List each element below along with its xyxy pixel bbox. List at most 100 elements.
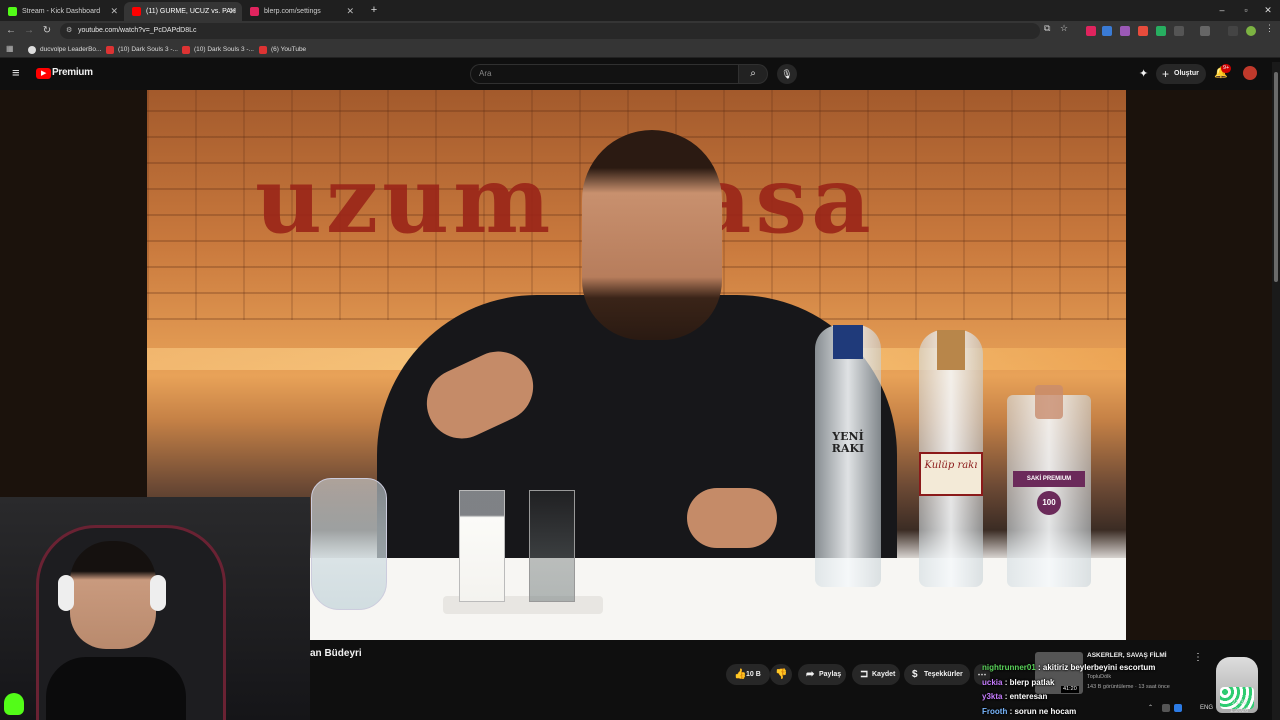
video-title: an Büdeyri [310,648,362,659]
clock-date[interactable]: 1.2026 [1230,708,1248,714]
microphone-icon: 🎙 [781,69,793,79]
bottle-cap [833,325,863,359]
browser-tab-bar: Stream - Kick Dashboard ✕ (11) GURME, UC… [0,0,1280,21]
thanks-button[interactable]: $ Teşekkürler [904,664,970,685]
voice-search-button[interactable]: 🎙 [777,64,797,84]
back-icon[interactable]: ← [4,21,18,41]
chat-message: y3kta : enteresan [982,692,1048,701]
tab-youtube-video[interactable]: (11) GURME, UCUZ vs. PAH ✕ [124,2,242,21]
chat-message: Frooth : sorun ne hocam [982,707,1077,716]
close-tab-icon[interactable]: ✕ [346,2,354,21]
share-button[interactable]: ➦ Paylaş [798,664,846,685]
dislike-button[interactable]: 👎 [770,664,792,685]
chat-text: sorun ne hocam [1014,707,1077,716]
address-bar-input[interactable]: ⚙ youtube.com/watch?v=_PcDAPdD8Lc [60,23,1040,39]
streamer-shirt [46,657,186,720]
apps-grid-icon[interactable]: ▦ [6,44,14,53]
search-button[interactable]: ⌕ [738,64,768,84]
bookmark-label: ducvolpe LeaderBo... [40,46,102,53]
save-button[interactable]: ⊐ Kaydet [852,664,900,685]
tray-app-icon[interactable] [1174,704,1182,712]
keyboard-language[interactable]: ENG [1200,705,1213,711]
bookmark-item[interactable]: (10) Dark Souls 3 -... [106,41,178,58]
share-arrow-icon: ➦ [806,669,815,680]
browser-toolbar: ← → ↻ ⚙ youtube.com/watch?v=_PcDAPdD8Lc … [0,21,1280,41]
thanks-icon: $ [912,669,918,680]
bookmarks-bar: ▦ ducvolpe LeaderBo... (10) Dark Souls 3… [0,41,1280,58]
extension-icon[interactable] [1156,26,1166,36]
recommended-title: ASKERLER, SAVAŞ FİLMİ [1087,652,1167,659]
bottle-label-kulup: Kulüp rakı [924,460,978,471]
browser-menu-icon[interactable]: ⋮ [1265,23,1274,34]
raki-glass-clear [529,490,575,602]
youtube-favicon-icon [132,7,141,16]
extension-icon[interactable] [1086,26,1096,36]
restaurant-sign: uzum masa [255,146,875,254]
close-tab-icon[interactable]: ✕ [228,2,236,21]
chat-message: uckia : blerp patlak [982,678,1055,687]
extensions-puzzle-icon[interactable] [1174,26,1184,36]
scrollbar-thumb[interactable] [1274,72,1278,282]
search-input[interactable]: Ara [470,64,738,84]
tab-title: (11) GURME, UCUZ vs. PAH [146,8,236,15]
close-window-icon[interactable]: ✕ [1256,0,1280,20]
yeni-raki-bottle: YENİ RAKI [815,325,881,587]
extension-icon[interactable] [1102,26,1112,36]
account-avatar[interactable] [1243,66,1257,80]
tab-blerp-settings[interactable]: blerp.com/settings ✕ [242,2,360,21]
youtube-favicon-icon [182,46,190,54]
profile-avatar[interactable] [1246,26,1256,36]
bookmark-item[interactable]: ducvolpe LeaderBo... [28,41,101,58]
thanks-label: Teşekkürler [924,671,963,678]
premium-logo-text: Premium [52,67,93,78]
forward-icon[interactable]: → [22,21,36,41]
side-panel-icon[interactable] [1200,26,1210,36]
streamer-face [70,541,156,649]
reload-icon[interactable]: ↻ [40,21,54,41]
bottle-badge-100: 100 [1037,491,1061,515]
recommended-more-icon[interactable]: ⋮ [1193,652,1203,663]
youtube-header: ≡ ▶ Premium Ara ⌕ 🎙 ✦ + Oluştur 🔔 9+ [0,58,1280,90]
bottle-stopper [1035,385,1063,419]
profile-switch-icon[interactable] [1228,26,1238,36]
like-button[interactable]: 👍 10 B [726,664,770,685]
kulup-label-panel [919,452,983,496]
tray-chevron-icon[interactable]: ⌃ [1148,704,1153,711]
chat-text: akitiriz beylerbeyini escortum [1042,663,1156,672]
create-button[interactable]: + Oluştur [1156,64,1206,84]
saki-premium-bottle: SAKİ PREMIUM 100 [1007,385,1091,587]
raki-glass-cloudy [459,490,505,602]
blerp-favicon-icon [250,7,259,16]
tray-app-icon[interactable] [1162,704,1170,712]
extension-icon[interactable] [1138,26,1148,36]
new-tab-button[interactable]: + [362,0,386,20]
bottle-cap [937,330,965,370]
chat-username: Frooth [982,707,1008,716]
close-tab-icon[interactable]: ✕ [110,2,118,21]
recommended-video[interactable]: 41:20 ASKERLER, SAVAŞ FİLMİ TopluDölk 14… [1035,650,1205,700]
bookmark-label: (10) Dark Souls 3 -... [118,46,178,53]
extension-icon[interactable] [1120,26,1130,36]
install-app-icon[interactable]: ⧉ [1044,23,1050,34]
bookmark-star-icon[interactable]: ☆ [1060,23,1068,34]
water-jug [311,478,387,610]
clock-time[interactable]: 21:32 [1232,700,1247,706]
minimize-window-icon[interactable]: – [1210,0,1234,20]
thumbs-up-icon: 👍 [734,669,747,680]
headphone-left [58,575,74,611]
kick-favicon-icon [8,7,17,16]
hamburger-menu-icon[interactable]: ≡ [12,65,20,80]
tab-title: blerp.com/settings [264,8,321,15]
plus-icon: + [1162,67,1170,81]
chat-username: nightrunner01 [982,663,1036,672]
site-info-icon[interactable]: ⚙ [66,23,72,39]
maximize-window-icon[interactable]: ▫ [1234,0,1258,20]
premium-extension-icon[interactable]: ✦ [1139,67,1148,80]
headphone-right [150,575,166,611]
bookmark-item[interactable]: (10) Dark Souls 3 -... [182,41,254,58]
save-label: Kaydet [872,671,896,678]
chat-text: blerp patlak [1009,678,1055,687]
bookmark-item[interactable]: (6) YouTube [259,41,306,58]
tab-kick-dashboard[interactable]: Stream - Kick Dashboard ✕ [0,2,124,21]
person-hand [687,488,777,548]
